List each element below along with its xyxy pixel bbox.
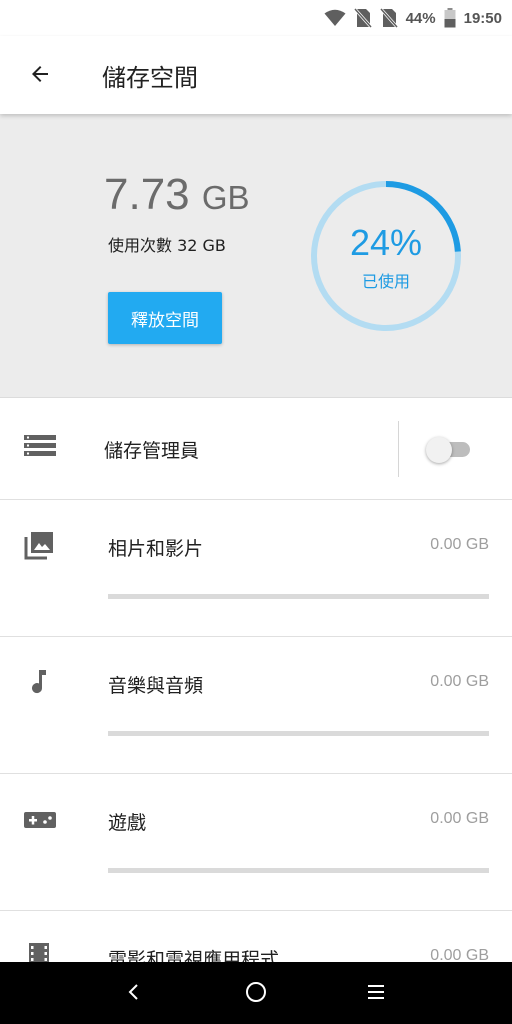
page-title: 儲存空間 — [102, 64, 198, 92]
storage-manager-row[interactable]: 儲存管理員 — [0, 399, 512, 500]
storage-summary: 7.73 GB 使用次數 32 GB 釋放空間 24% 已使用 — [0, 114, 512, 398]
free-up-space-button[interactable]: 釋放空間 — [108, 292, 222, 344]
total-capacity-text: 使用次數 32 GB — [108, 236, 226, 255]
category-row-music[interactable]: 音樂與音頻 0.00 GB — [0, 637, 512, 774]
photo-library-icon — [24, 530, 54, 564]
storage-list-icon — [24, 435, 56, 463]
clock: 19:50 — [463, 9, 502, 27]
category-label: 相片和影片 — [108, 538, 204, 560]
nav-home-button[interactable] — [238, 976, 274, 1012]
arrow-back-icon — [28, 62, 52, 90]
category-row-games[interactable]: 遊戲 0.00 GB — [0, 774, 512, 911]
no-sim-icon — [379, 8, 398, 28]
category-usage-bar — [108, 868, 489, 873]
category-size: 0.00 GB — [430, 673, 489, 690]
gamepad-icon — [24, 804, 56, 838]
used-size: 7.73 GB — [104, 170, 250, 220]
category-usage-bar — [108, 731, 489, 736]
category-label: 音樂與音頻 — [108, 675, 204, 697]
nav-back-button[interactable] — [116, 976, 152, 1012]
navigation-bar — [0, 962, 512, 1024]
app-bar: 儲存空間 — [0, 36, 512, 114]
toggle-thumb — [426, 437, 452, 463]
category-size: 0.00 GB — [430, 536, 489, 553]
nav-home-icon — [245, 981, 267, 1007]
battery-icon — [444, 8, 456, 28]
battery-percent: 44% — [405, 9, 436, 27]
used-unit: GB — [201, 179, 250, 216]
storage-manager-toggle[interactable] — [426, 437, 474, 463]
category-row-photos[interactable]: 相片和影片 0.00 GB — [0, 500, 512, 637]
usage-percent: 24% — [349, 222, 423, 263]
category-label: 遊戲 — [108, 812, 147, 834]
music-note-icon — [24, 667, 54, 701]
no-sim-icon — [353, 8, 372, 28]
wifi-icon — [324, 9, 346, 27]
back-button[interactable] — [18, 54, 62, 98]
status-bar: 44% 19:50 — [0, 0, 512, 36]
category-size: 0.00 GB — [430, 810, 489, 827]
nav-menu-button[interactable] — [358, 976, 394, 1012]
usage-percent-label: 已使用 — [361, 272, 410, 291]
nav-back-icon — [124, 982, 144, 1006]
storage-manager-label: 儲存管理員 — [104, 440, 200, 462]
used-value: 7.73 — [104, 170, 190, 219]
divider — [398, 421, 399, 477]
nav-menu-icon — [366, 982, 386, 1006]
category-usage-bar — [108, 594, 489, 599]
